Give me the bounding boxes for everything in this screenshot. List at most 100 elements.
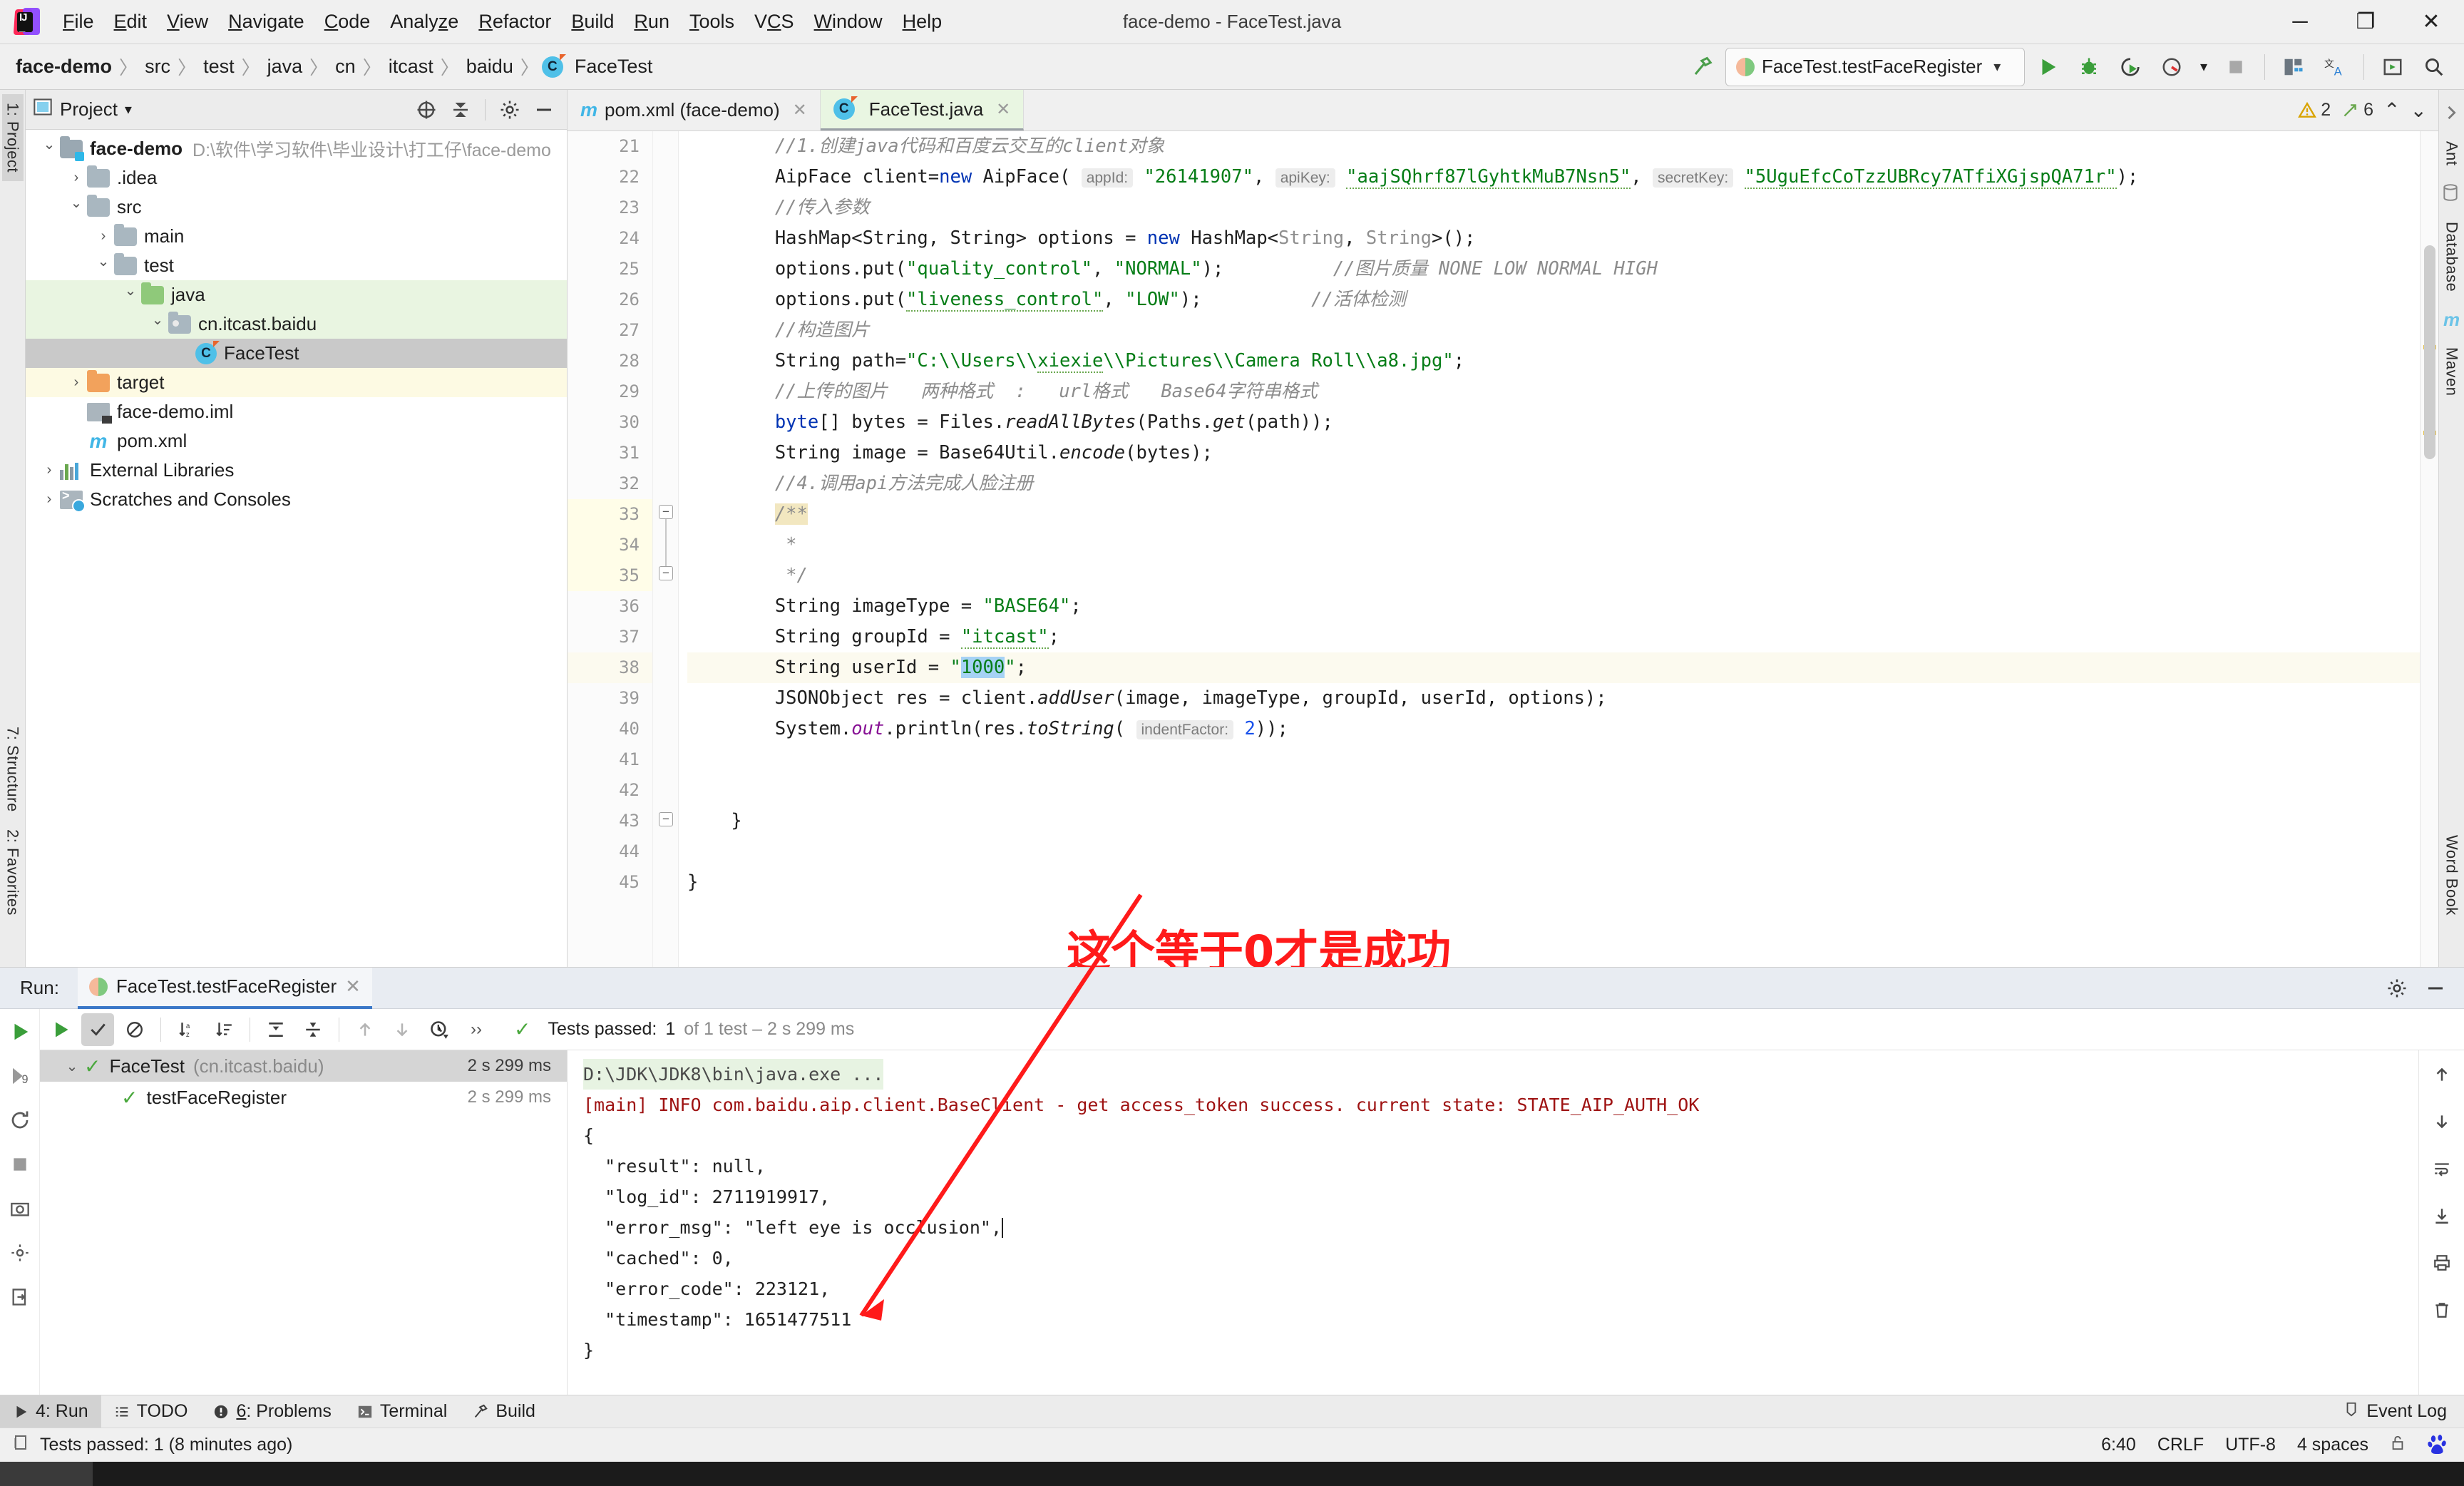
project-tree-item-scratches-and-consoles[interactable]: Scratches and Consoles xyxy=(26,485,567,514)
rail-item-database[interactable]: Database xyxy=(2441,213,2463,300)
taskbar-tray[interactable] xyxy=(2371,1462,2464,1486)
run-tab[interactable]: FaceTest.testFaceRegister ✕ xyxy=(77,967,372,1009)
chevron-right-icon[interactable] xyxy=(93,228,114,245)
toolwindow-todo[interactable]: TODO xyxy=(101,1395,201,1428)
chevron-right-icon[interactable] xyxy=(66,170,87,186)
print-icon[interactable] xyxy=(2428,1249,2456,1277)
unlocked-icon[interactable] xyxy=(2390,1433,2406,1457)
screenshot-icon[interactable] xyxy=(6,1194,34,1223)
code-line[interactable]: options.put("quality_control", "NORMAL")… xyxy=(687,254,2420,285)
menu-file[interactable]: FFileile xyxy=(53,6,104,37)
project-tree-item--idea[interactable]: .idea xyxy=(26,163,567,193)
project-tree-item-facetest[interactable]: C FaceTest xyxy=(26,339,567,368)
taskbar-item[interactable] xyxy=(0,1462,93,1486)
code-line[interactable] xyxy=(687,775,2420,806)
project-tree-item-test[interactable]: test xyxy=(26,251,567,280)
show-passed-icon[interactable] xyxy=(81,1013,114,1046)
database-icon[interactable] xyxy=(2441,183,2463,205)
collapse-all-icon[interactable] xyxy=(445,94,476,125)
hide-panel-icon[interactable] xyxy=(528,94,560,125)
indent-setting[interactable]: 4 spaces xyxy=(2297,1435,2368,1455)
editor-scroll-thumb[interactable] xyxy=(2424,245,2435,459)
next-test-icon[interactable] xyxy=(386,1013,419,1046)
scroll-to-end-icon[interactable] xyxy=(2428,1201,2456,1230)
stop-icon[interactable] xyxy=(6,1150,34,1179)
profile-button[interactable] xyxy=(2153,48,2190,86)
inspection-widget[interactable]: 2 6 ⌃ ⌄ xyxy=(2298,90,2438,130)
code-editor[interactable]: 21 22 23 24 25 26 27 28 29 30 31 32 33 34 35 36 37 38 39 40… xyxy=(568,131,2438,967)
project-tree-item-main[interactable]: main xyxy=(26,222,567,251)
project-tree-item-src[interactable]: src xyxy=(26,193,567,222)
prev-test-icon[interactable] xyxy=(349,1013,381,1046)
project-tree-item-target[interactable]: target xyxy=(26,368,567,397)
hide-panel-icon[interactable] xyxy=(2420,973,2451,1004)
code-line[interactable]: /** xyxy=(687,499,2420,530)
test-tree-row[interactable]: ⌄ ✓ FaceTest (cn.itcast.baidu) 2 s 299 ms xyxy=(40,1050,567,1082)
translate-icon[interactable]: 文A xyxy=(2316,48,2353,86)
test-history-icon[interactable] xyxy=(423,1013,456,1046)
chevron-down-icon[interactable] xyxy=(93,257,114,275)
file-encoding[interactable]: UTF-8 xyxy=(2225,1435,2276,1455)
run-configuration-selector[interactable]: FaceTest.testFaceRegister ▾ xyxy=(1725,47,2025,86)
event-log-label[interactable]: Event Log xyxy=(2366,1401,2447,1422)
clear-all-icon[interactable] xyxy=(2428,1296,2456,1324)
minimize-button[interactable]: ─ xyxy=(2267,0,2333,44)
chevron-down-icon[interactable] xyxy=(147,315,168,333)
menu-edit[interactable]: Edit xyxy=(104,6,158,37)
code-line[interactable]: String image = Base64Util.encode(bytes); xyxy=(687,438,2420,468)
console-output[interactable]: D:\JDK\JDK8\bin\java.exe ... [main] INFO … xyxy=(568,1050,2418,1395)
warning-count[interactable]: 2 xyxy=(2298,100,2331,121)
close-icon[interactable]: ✕ xyxy=(793,100,807,121)
project-tree-item-face-demo[interactable]: face-demo D:\软件\学习软件\毕业设计\打工仔\face-demo xyxy=(26,134,567,163)
breadcrumb-item-project[interactable]: face-demo xyxy=(11,54,116,79)
rerun-icon[interactable] xyxy=(6,1018,34,1046)
close-icon[interactable]: ✕ xyxy=(996,99,1010,120)
breadcrumb-item-cn[interactable]: cn xyxy=(331,54,360,79)
code-line[interactable]: } xyxy=(687,867,2420,898)
menu-analyze[interactable]: Analyze xyxy=(380,6,468,37)
next-problem-icon[interactable]: ⌄ xyxy=(2411,98,2427,122)
code-line[interactable] xyxy=(687,836,2420,867)
chevron-down-icon[interactable]: ▾ xyxy=(1993,58,2001,76)
rail-item-structure[interactable]: 7: Structure xyxy=(2,718,24,821)
search-icon[interactable] xyxy=(2416,48,2453,86)
code-line[interactable]: //1.创建java代码和百度云交互的client对象 xyxy=(687,131,2420,162)
code-line[interactable]: } xyxy=(687,806,2420,836)
chevron-down-icon[interactable]: ▾ xyxy=(125,101,132,118)
fold-marker-close[interactable]: − xyxy=(659,566,673,580)
breadcrumb-item-baidu[interactable]: baidu xyxy=(462,54,518,79)
prev-problem-icon[interactable]: ⌃ xyxy=(2383,98,2400,122)
code-line[interactable]: //传入参数 xyxy=(687,193,2420,223)
menu-refactor[interactable]: Refactor xyxy=(468,6,561,37)
menu-code[interactable]: Code xyxy=(314,6,381,37)
close-icon[interactable]: ✕ xyxy=(345,975,361,998)
project-tree-item-face-demo-iml[interactable]: face-demo.iml xyxy=(26,397,567,426)
code-line[interactable]: //4.调用api方法完成人脸注册 xyxy=(687,468,2420,499)
project-tree-item-cn-itcast-baidu[interactable]: cn.itcast.baidu xyxy=(26,309,567,339)
tab-facetest-java[interactable]: C FaceTest.java ✕ xyxy=(820,90,1025,130)
rail-item-favorites[interactable]: 2: Favorites xyxy=(2,821,24,924)
code-line[interactable]: JSONObject res = client.addUser(image, i… xyxy=(687,683,2420,714)
gear-icon[interactable] xyxy=(494,94,525,125)
toolwindow-problems[interactable]: 6: Problems xyxy=(200,1395,344,1428)
menu-bar[interactable]: FFileile Edit View Navigate Code Analyze… xyxy=(53,6,952,37)
run-button[interactable] xyxy=(2029,48,2066,86)
code-folding-column[interactable]: − − − xyxy=(653,131,679,967)
build-hammer-icon[interactable] xyxy=(1684,48,1721,86)
breadcrumb[interactable]: face-demo 〉 src 〉 test 〉 java 〉 cn 〉 itc… xyxy=(11,53,657,80)
line-separator[interactable]: CRLF xyxy=(2157,1435,2204,1455)
code-line[interactable]: System.out.println(res.toString( indentF… xyxy=(687,714,2420,744)
code-line[interactable]: String imageType = "BASE64"; xyxy=(687,591,2420,622)
expand-all-icon[interactable] xyxy=(260,1013,292,1046)
maximize-button[interactable]: ❐ xyxy=(2333,0,2398,44)
settings-icon[interactable] xyxy=(6,1239,34,1267)
collapse-right-icon[interactable] xyxy=(2441,103,2463,124)
code-line[interactable]: options.put("liveness_control", "LOW"); … xyxy=(687,285,2420,315)
project-tree-item-java[interactable]: java xyxy=(26,280,567,309)
chevron-down-icon[interactable] xyxy=(38,140,60,158)
show-ignored-icon[interactable] xyxy=(118,1013,151,1046)
test-tree-row[interactable]: ✓ testFaceRegister 2 s 299 ms xyxy=(40,1082,567,1113)
scroll-down-icon[interactable] xyxy=(2428,1107,2456,1136)
code-content[interactable]: //1.创建java代码和百度云交互的client对象 AipFace clie… xyxy=(679,131,2420,967)
code-line[interactable] xyxy=(687,744,2420,775)
